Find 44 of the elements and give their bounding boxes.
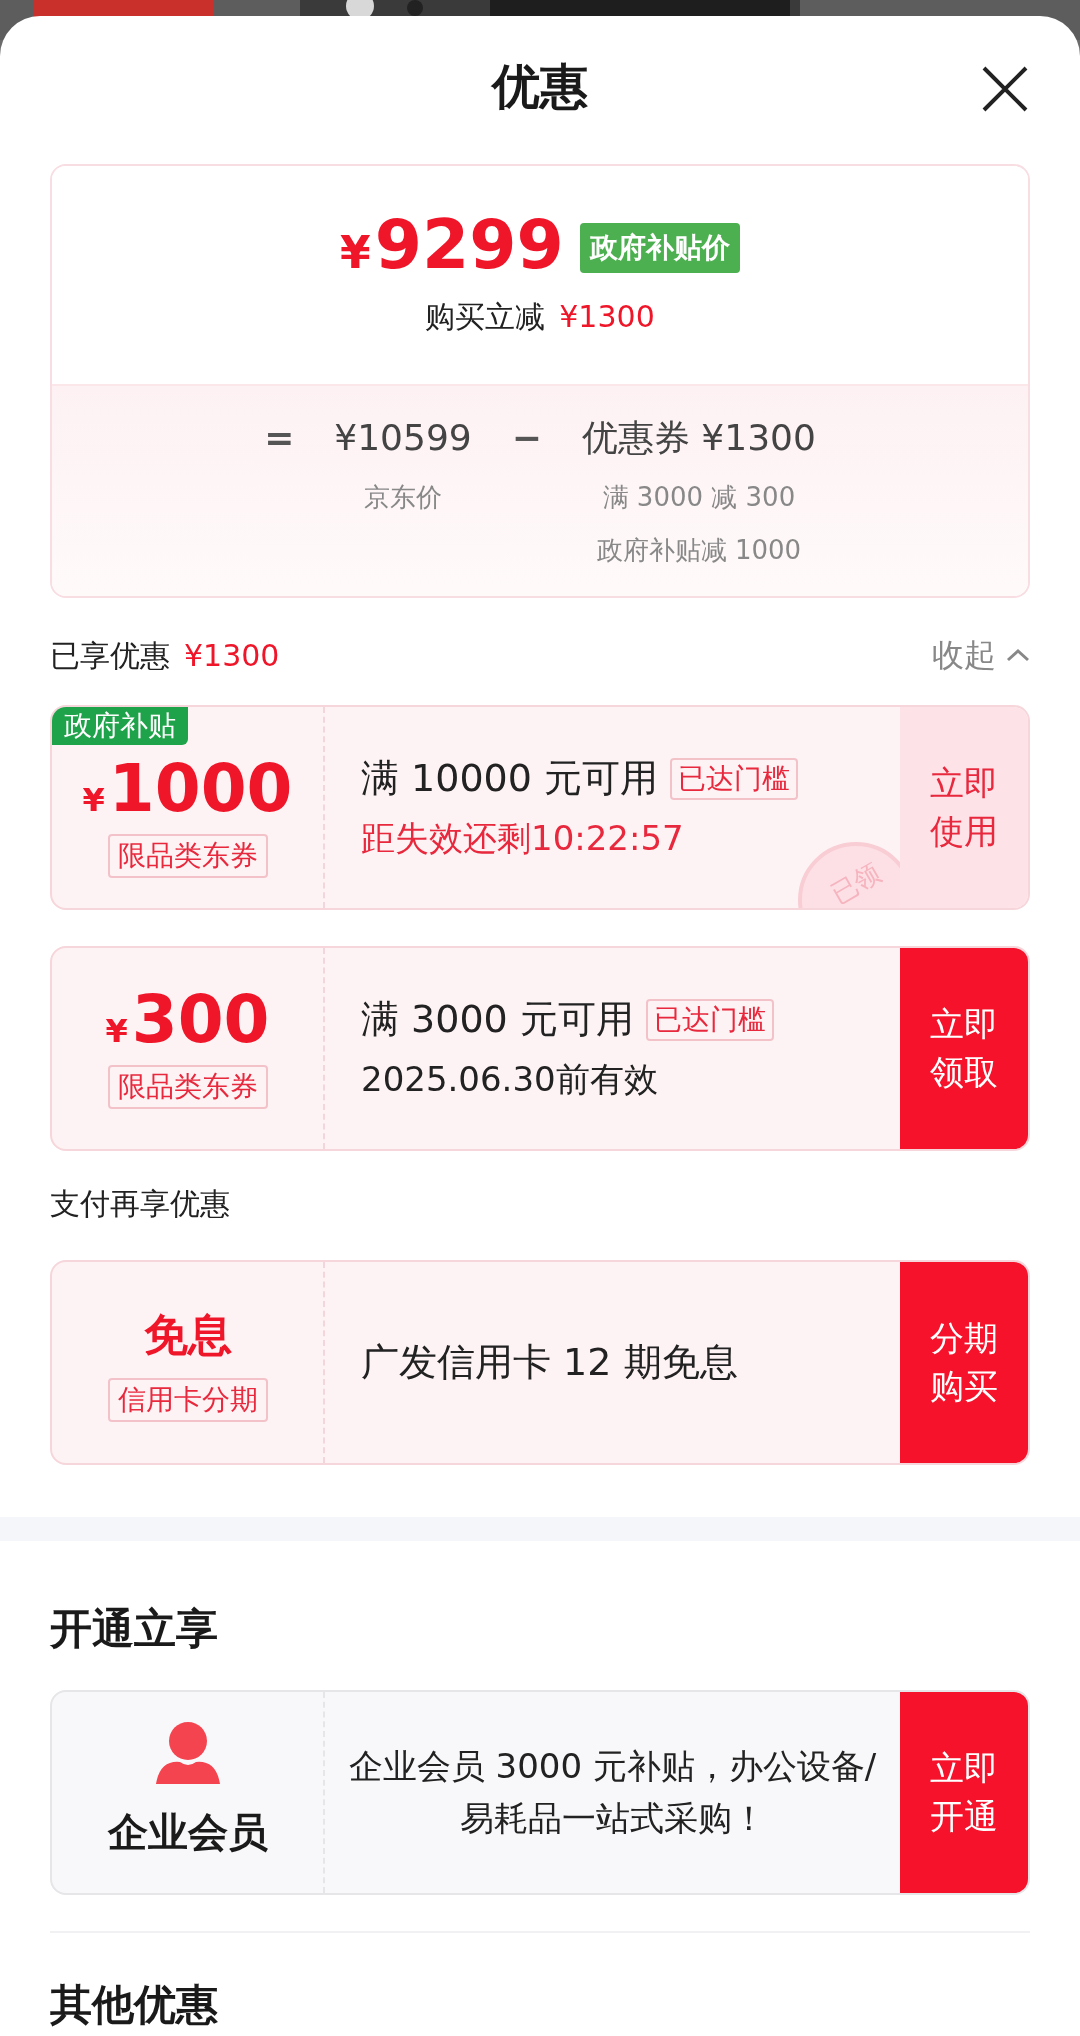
validity-text: 2025.06.30前有效	[361, 1058, 659, 1102]
coupon-tag: 政府补贴	[52, 706, 188, 745]
threshold-badge: 已达门槛	[670, 757, 799, 800]
price-badge: 政府补贴价	[579, 223, 740, 274]
action-button[interactable]: 立即领取	[900, 947, 1028, 1149]
section-label: 支付再享优惠	[50, 1184, 231, 1223]
coupon-label: 限品类东券	[107, 1065, 268, 1110]
action-button[interactable]: 立即使用	[900, 706, 1028, 908]
price-term: ¥10599	[334, 415, 472, 460]
currency-symbol: ¥	[105, 1011, 128, 1053]
applied-amount: ¥1300	[184, 636, 280, 675]
coupon-amount: 300	[131, 987, 270, 1054]
term-note: 政府补贴减 1000	[596, 533, 802, 567]
term-note: 京东价	[364, 480, 442, 514]
coupon-label: 信用卡分期	[107, 1378, 268, 1423]
saving-label: 购买立减	[425, 297, 546, 336]
threshold-badge: 已达门槛	[645, 998, 774, 1041]
close-button[interactable]	[980, 64, 1030, 114]
price-term: 优惠券 ¥1300	[581, 415, 816, 460]
coupon-label: 限品类东券	[107, 834, 268, 879]
term-note: 满 3000 减 300	[602, 480, 796, 514]
operator-sign: =	[264, 415, 295, 460]
offer-text: 广发信用卡 12 期免息	[361, 1338, 738, 1386]
person-icon	[153, 1722, 222, 1787]
member-name: 企业会员	[107, 1808, 268, 1858]
close-icon	[980, 64, 1030, 114]
saving-amount: ¥1300	[559, 297, 655, 336]
currency-symbol: ¥	[340, 225, 371, 280]
price: 9299	[374, 210, 564, 279]
section-label: 已享优惠	[50, 636, 170, 675]
offer-text: 企业会员 3000 元补贴，办公设备/易耗品一站式采购！	[347, 1745, 878, 1841]
section-heading: 开通立享	[50, 1602, 219, 1655]
offer-title: 免息	[143, 1308, 232, 1363]
sheet-title: 优惠	[492, 56, 588, 116]
action-button[interactable]: 立即开通	[900, 1691, 1028, 1893]
coupon-amount: 1000	[108, 756, 293, 823]
collapse-toggle[interactable]: 收起	[932, 631, 1030, 680]
section-heading: 其他优惠	[50, 1978, 219, 2031]
operator-sign: −	[511, 415, 542, 460]
action-button[interactable]: 分期购买	[900, 1261, 1028, 1463]
coupon-condition: 满 10000 元可用	[361, 755, 659, 803]
coupon-condition: 满 3000 元可用	[361, 996, 634, 1044]
currency-symbol: ¥	[82, 780, 105, 822]
countdown-text: 距失效还剩10:22:57	[361, 817, 685, 861]
